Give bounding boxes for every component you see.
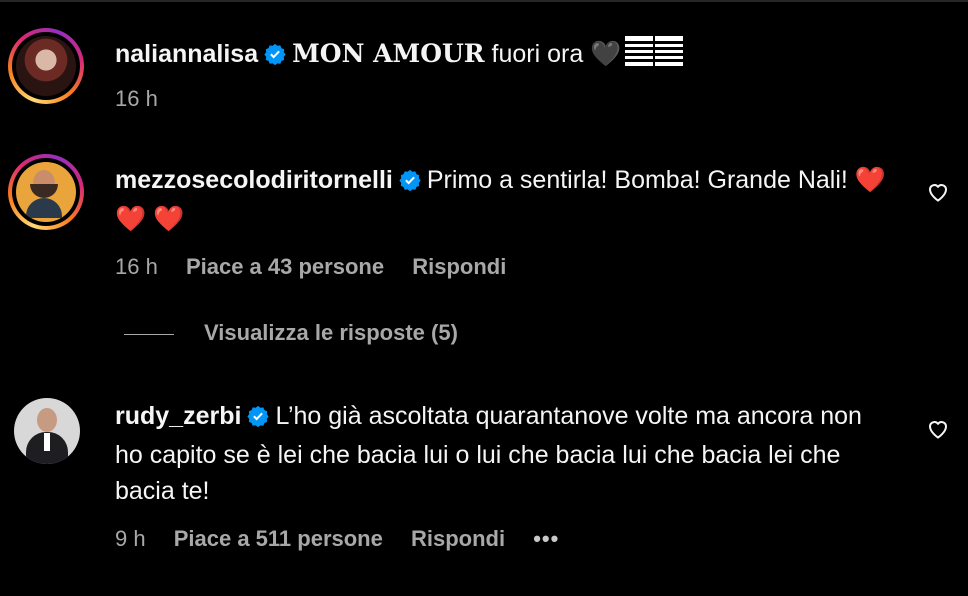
comment-text-block: mezzosecolodiritornelli Primo a sentirla!… <box>115 162 905 237</box>
flag-icon <box>625 36 684 76</box>
reply-button[interactable]: Rispondi <box>412 254 506 280</box>
avatar-story-ring[interactable] <box>8 28 84 104</box>
view-replies-button[interactable]: Visualizza le risposte (5) <box>124 320 458 346</box>
avatar[interactable] <box>14 398 80 464</box>
comment-meta: 16 h Piace a 43 persone Rispondi <box>115 254 528 280</box>
caption-rest: fuori ora 🖤 <box>484 40 622 68</box>
avatar <box>16 162 76 222</box>
post-time: 16 h <box>115 86 158 111</box>
top-border <box>0 0 968 2</box>
comment-meta: 9 h Piace a 511 persone Rispondi ••• <box>115 526 581 552</box>
post-meta: 16 h <box>115 86 180 112</box>
reply-button[interactable]: Rispondi <box>411 526 505 552</box>
verified-badge-icon <box>399 165 421 201</box>
caption-title: MON AMOUR <box>292 39 485 68</box>
caption-text: naliannalisa MON AMOUR fuori ora 🖤 <box>115 36 915 76</box>
comment-username[interactable]: mezzosecolodiritornelli <box>115 166 393 194</box>
comment-username[interactable]: rudy_zerbi <box>115 402 241 430</box>
avatar <box>16 36 76 96</box>
comment-likes[interactable]: Piace a 511 persone <box>174 526 383 552</box>
comment-time: 16 h <box>115 254 158 279</box>
avatar-story-ring[interactable] <box>8 154 84 230</box>
verified-badge-icon <box>264 39 286 75</box>
view-replies-label: Visualizza le risposte (5) <box>204 320 458 345</box>
like-heart-icon[interactable] <box>926 180 950 204</box>
comment-text-block: rudy_zerbi L’ho già ascoltata quarantanov… <box>115 398 890 509</box>
more-options-icon[interactable]: ••• <box>533 526 559 552</box>
replies-divider <box>124 333 174 335</box>
comment-likes[interactable]: Piace a 43 persone <box>186 254 384 280</box>
post-username[interactable]: naliannalisa <box>115 40 258 68</box>
comment-time: 9 h <box>115 526 146 551</box>
like-heart-icon[interactable] <box>926 417 950 441</box>
verified-badge-icon <box>247 401 270 437</box>
